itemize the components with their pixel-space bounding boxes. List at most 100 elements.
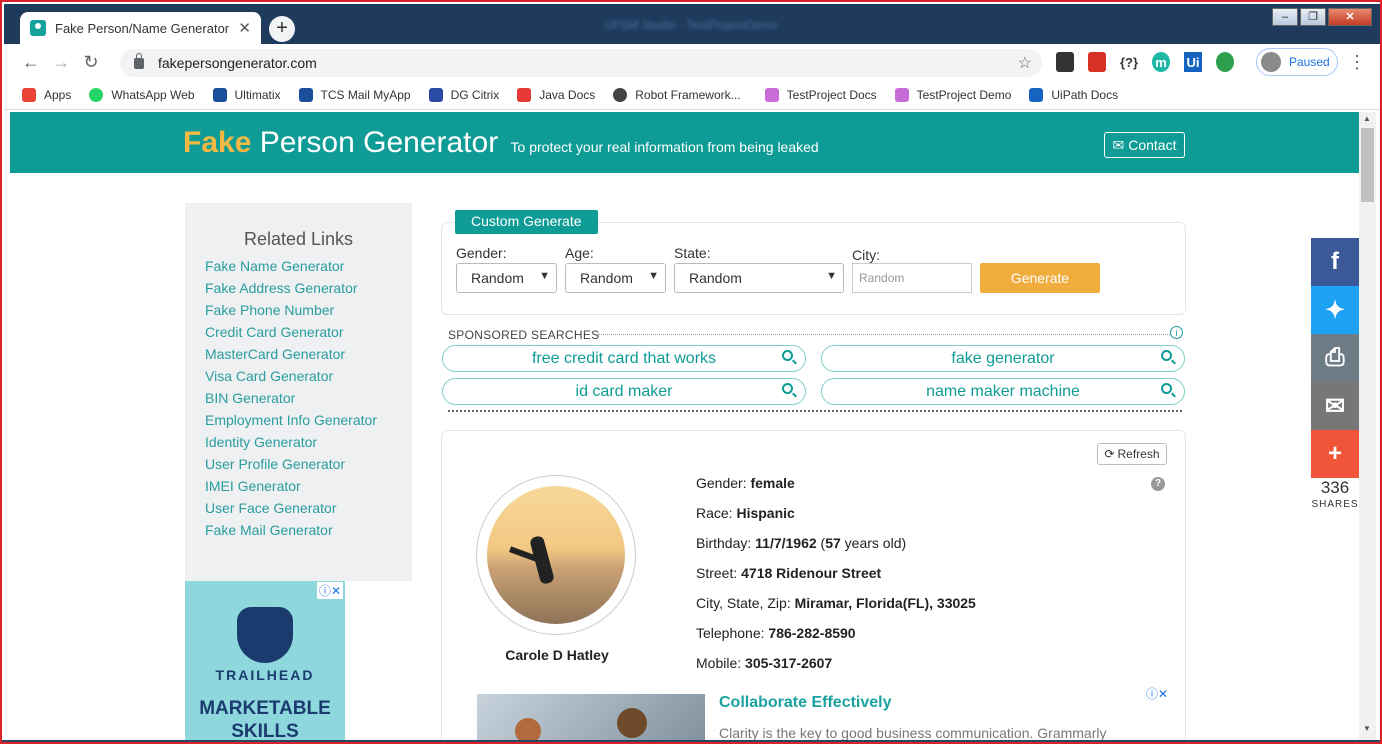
detail-label: Street: [696, 565, 738, 581]
bookmark-ultimatix[interactable]: Ultimatix [212, 87, 281, 102]
gender-select[interactable]: Random ▼ [456, 263, 557, 293]
bookmark-label: Ultimatix [234, 87, 281, 102]
bookmark-label: Apps [44, 87, 72, 102]
related-link[interactable]: Visa Card Generator [205, 367, 377, 389]
gender-label: Gender: [456, 245, 507, 261]
uipath-extension-icon[interactable]: Ui [1184, 52, 1202, 72]
scroll-up-icon[interactable]: ▲ [1363, 114, 1371, 123]
maximize-button[interactable]: ❐ [1300, 8, 1326, 26]
sponsored-search-label: fake generator [951, 349, 1055, 367]
tab-bar: Fake Person/Name Generator | U ✕ + UPSM … [4, 4, 1380, 44]
content-ad-image[interactable] [477, 694, 705, 742]
twitter-icon[interactable]: ✦ [1311, 286, 1359, 334]
trailhead-logo-icon [237, 607, 293, 663]
new-tab-button[interactable]: + [269, 16, 295, 42]
street-row: Street: 4718 Ridenour Street [696, 565, 976, 595]
related-link[interactable]: Fake Address Generator [205, 279, 377, 301]
related-link[interactable]: Fake Name Generator [205, 257, 377, 279]
share-count: 336 SHARES [1311, 478, 1359, 510]
related-link[interactable]: BIN Generator [205, 389, 377, 411]
browser-toolbar: ← → ↻ fakepersongenerator.com ☆ {?} m Ui… [4, 44, 1380, 80]
refresh-button[interactable]: ⟳ Refresh [1097, 443, 1167, 465]
birthday-row: Birthday: 11/7/1962 (57 years old) [696, 535, 976, 565]
trailhead-ad[interactable]: ⓘ✕ TRAILHEAD MARKETABLE SKILLS [185, 581, 345, 742]
related-link[interactable]: Fake Phone Number [205, 301, 377, 323]
related-link[interactable]: User Face Generator [205, 499, 377, 521]
sponsored-search-label: name maker machine [926, 382, 1080, 400]
m-extension-icon[interactable]: m [1152, 52, 1170, 72]
json-extension-icon[interactable]: {?} [1116, 52, 1142, 72]
content-ad-title[interactable]: Collaborate Effectively [719, 694, 892, 712]
bookmark-star-icon[interactable]: ☆ [1018, 53, 1032, 73]
state-select[interactable]: Random ▼ [674, 263, 844, 293]
city-input[interactable]: Random [852, 263, 972, 293]
kebab-menu-icon[interactable]: ⋮ [1348, 52, 1366, 73]
tab-close-icon[interactable]: ✕ [238, 19, 251, 37]
page-scrollbar[interactable]: ▲ ▼ [1359, 112, 1376, 740]
help-icon[interactable]: ? [1151, 477, 1165, 491]
sponsored-search-item[interactable]: free credit card that works [442, 345, 806, 372]
address-bar[interactable]: fakepersongenerator.com ☆ [120, 49, 1042, 77]
detail-label: Mobile: [696, 655, 742, 671]
related-link[interactable]: Employment Info Generator [205, 411, 377, 433]
info-icon[interactable]: i [1170, 326, 1183, 339]
bookmark-java-docs[interactable]: Java Docs [517, 87, 595, 102]
chevron-down-icon: ▼ [539, 270, 550, 282]
related-link[interactable]: User Profile Generator [205, 455, 377, 477]
ad-close-icon[interactable]: ⓘ✕ [1146, 685, 1168, 702]
close-window-button[interactable]: ✕ [1328, 8, 1372, 26]
city-placeholder: Random [859, 271, 905, 285]
back-arrow-icon[interactable]: ← [16, 52, 46, 73]
shield-extension-icon[interactable] [1216, 52, 1234, 72]
scroll-thumb[interactable] [1361, 128, 1374, 202]
share-bar: f ✦ ⎙ ✉ + [1311, 238, 1359, 478]
sponsored-search-item[interactable]: name maker machine [821, 378, 1185, 405]
email-icon[interactable]: ✉ [1311, 382, 1359, 430]
telephone-row: Telephone: 786-282-8590 [696, 625, 976, 655]
share-count-value: 336 [1320, 478, 1350, 497]
bookmark-testproject-docs[interactable]: TestProject Docs [764, 87, 877, 102]
tata-icon [298, 87, 313, 102]
bookmark-tcs-mail[interactable]: TCS Mail MyApp [298, 87, 411, 102]
content-ad-text: Clarity is the key to good business comm… [719, 725, 1107, 741]
related-link[interactable]: IMEI Generator [205, 477, 377, 499]
cube-extension-icon[interactable] [1056, 52, 1074, 72]
bookmark-whatsapp[interactable]: WhatsApp Web [89, 87, 195, 102]
bookmark-apps[interactable]: Apps [22, 87, 72, 102]
related-link[interactable]: Credit Card Generator [205, 323, 377, 345]
oracle-icon [517, 87, 532, 102]
bookmark-robot-framework[interactable]: Robot Framework... [613, 87, 741, 102]
more-share-icon[interactable]: + [1311, 430, 1359, 478]
forward-arrow-icon[interactable]: → [46, 52, 76, 73]
print-icon[interactable]: ⎙ [1311, 334, 1359, 382]
profile-status: Paused [1289, 55, 1330, 69]
red-extension-icon[interactable] [1088, 52, 1106, 72]
contact-button[interactable]: ✉ Contact [1104, 132, 1185, 158]
bookmark-dg-citrix[interactable]: DG Citrix [428, 87, 499, 102]
person-favicon-icon [30, 20, 46, 36]
minimize-button[interactable]: – [1272, 8, 1298, 26]
related-link[interactable]: MasterCard Generator [205, 345, 377, 367]
site-logo[interactable]: Fake Person Generator To protect your re… [183, 126, 819, 160]
person-name: Carole D Hatley [505, 647, 609, 663]
scroll-down-icon[interactable]: ▼ [1363, 724, 1371, 733]
active-tab[interactable]: Fake Person/Name Generator | U ✕ [20, 12, 261, 44]
photo-image [487, 486, 625, 624]
ad-close-icon[interactable]: ⓘ✕ [316, 582, 343, 599]
sponsored-search-item[interactable]: fake generator [821, 345, 1185, 372]
sponsored-search-item[interactable]: id card maker [442, 378, 806, 405]
reload-icon[interactable]: ↻ [76, 52, 106, 73]
age-select[interactable]: Random ▼ [565, 263, 666, 293]
bookmark-uipath-docs[interactable]: UiPath Docs [1029, 87, 1118, 102]
street-value: 4718 Ridenour Street [741, 565, 882, 581]
profile-button[interactable]: Paused [1256, 48, 1338, 76]
generate-button[interactable]: Generate [980, 263, 1100, 293]
search-icon [782, 383, 793, 394]
custom-generate-tab[interactable]: Custom Generate [455, 210, 598, 234]
bookmark-label: Robot Framework... [635, 87, 741, 102]
bookmark-testproject-demo[interactable]: TestProject Demo [894, 87, 1011, 102]
related-link[interactable]: Fake Mail Generator [205, 521, 377, 543]
related-link[interactable]: Identity Generator [205, 433, 377, 455]
facebook-icon[interactable]: f [1311, 238, 1359, 286]
detail-label: Gender: [696, 475, 747, 491]
